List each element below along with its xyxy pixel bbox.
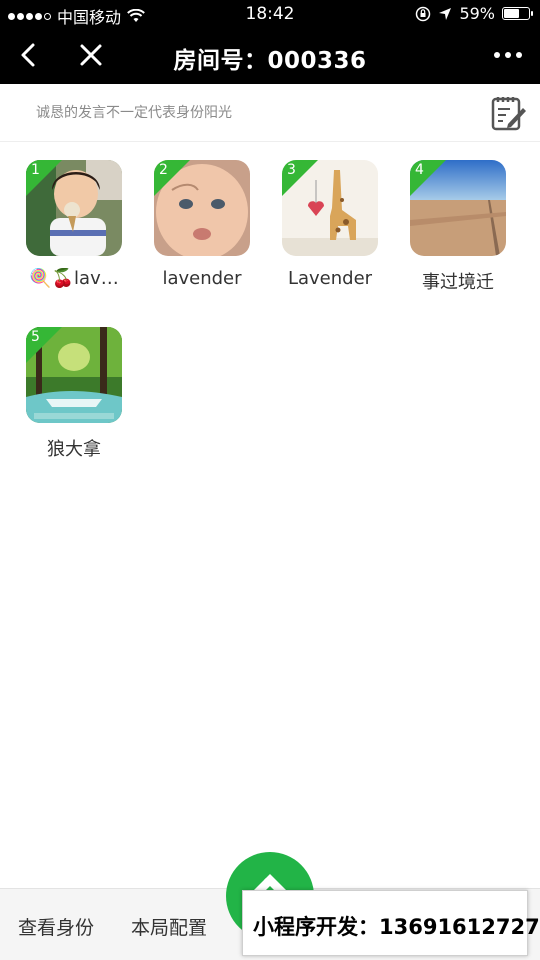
- battery-percent: 59%: [459, 4, 495, 23]
- avatar: 1: [26, 160, 122, 256]
- seat-number: 2: [159, 162, 168, 178]
- player-card[interactable]: 1 🍭🍒lav…: [19, 160, 129, 289]
- status-bar: 中国移动 18:42 59%: [0, 0, 540, 28]
- navigation-bar: 房间号：000336: [0, 28, 540, 84]
- avatar: 4: [410, 160, 506, 256]
- player-card[interactable]: 2 lavender: [147, 160, 257, 289]
- avatar: 2: [154, 160, 250, 256]
- notice-text: 诚恳的发言不一定代表身份阳光: [36, 105, 232, 121]
- game-config-button[interactable]: 本局配置: [131, 913, 207, 940]
- notice-bar: 诚恳的发言不一定代表身份阳光: [0, 84, 540, 142]
- player-card[interactable]: 3 Lavender: [275, 160, 385, 289]
- page-title: 房间号：000336: [173, 48, 367, 74]
- battery-icon: [502, 7, 533, 20]
- avatar: 5: [26, 327, 122, 423]
- player-name: lavender: [162, 268, 242, 289]
- avatar: 3: [282, 160, 378, 256]
- promo-text: 小程序开发：13691612727: [253, 915, 540, 939]
- seat-number: 1: [31, 162, 40, 178]
- player-name: Lavender: [287, 268, 373, 289]
- player-card[interactable]: 4 事过境迁: [403, 160, 513, 294]
- edit-note-icon[interactable]: [490, 94, 528, 132]
- player-name: 🍭🍒lav…: [29, 268, 119, 289]
- player-name: 狼大拿: [47, 439, 101, 460]
- orientation-lock-icon: [416, 6, 431, 21]
- player-card[interactable]: 5 狼大拿: [19, 327, 129, 461]
- seat-number: 3: [287, 162, 296, 178]
- view-identity-button[interactable]: 查看身份: [18, 913, 94, 940]
- player-name: 事过境迁: [422, 272, 494, 293]
- promo-banner: 小程序开发：13691612727: [242, 890, 540, 956]
- more-icon[interactable]: [490, 40, 526, 70]
- location-arrow-icon: [439, 7, 452, 20]
- seat-number: 4: [415, 162, 424, 178]
- status-icons: 59%: [415, 4, 533, 23]
- seat-number: 5: [31, 329, 40, 345]
